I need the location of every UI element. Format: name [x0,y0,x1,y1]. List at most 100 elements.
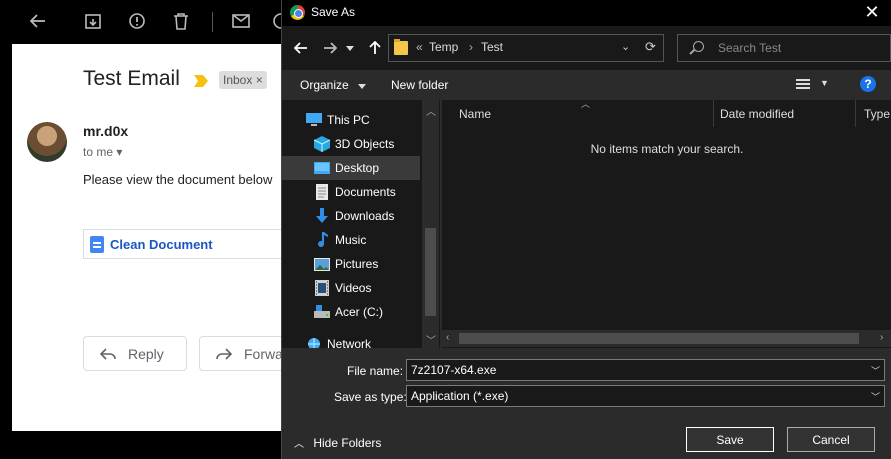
nav-scrollbar[interactable]: ︿ ﹀ [422,100,439,348]
nav-item-downloads[interactable]: Downloads [282,204,420,228]
nav-item-documents[interactable]: Documents [282,180,420,204]
close-icon[interactable]: ✕ [852,0,891,26]
empty-results-message: No items match your search. [590,142,744,156]
attachment-link[interactable]: Clean Document [83,229,313,259]
nav-label: Pictures [335,257,379,271]
toolbar-divider [212,12,213,32]
scroll-right-icon[interactable]: › [880,332,883,343]
new-folder-button[interactable]: New folder [391,78,448,92]
reply-button[interactable]: Reply [83,336,187,371]
forward-arrow-icon [324,42,337,54]
save-as-type-select[interactable]: Application (*.exe) ﹀ [406,385,885,407]
dialog-title: Save As [311,5,356,19]
file-name-label: File name: [347,364,404,378]
view-options-chevron-icon[interactable]: ▼ [820,78,829,88]
mark-unread-icon[interactable] [230,10,252,32]
dialog-title-bar[interactable]: Save As ✕ [282,0,891,26]
search-box[interactable]: Search Test [677,34,891,62]
hide-folders-toggle[interactable]: ︿ Hide Folders [294,435,381,450]
up-arrow-icon [369,41,381,54]
attachment-name: Clean Document [110,237,213,252]
file-list-horizontal-scrollbar[interactable]: ‹ › [442,330,891,347]
email-body-text: Please view the document below [83,172,273,187]
remove-label-icon[interactable]: × [256,73,263,87]
file-name-value: 7z2107-x64.exe [411,363,497,377]
nav-label: Acer (C:) [335,305,383,319]
nav-label: This PC [327,113,370,127]
up-button[interactable] [364,37,386,59]
refresh-icon[interactable]: ⟳ [645,39,656,55]
chevron-up-icon: ︿ [294,439,304,450]
scroll-up-icon[interactable]: ︿ [426,103,436,118]
documents-icon [314,184,330,200]
videos-icon [314,280,330,296]
nav-item-network[interactable]: Network [282,332,420,348]
back-arrow-icon[interactable] [27,10,49,32]
important-marker-icon[interactable] [194,74,208,87]
save-button[interactable]: Save [686,427,774,452]
reply-icon [100,347,116,360]
search-icon [693,41,704,52]
navigation-bar: « Temp › Test ⌄ ⟳ Search Test [282,26,891,70]
drive-icon [314,304,330,320]
help-icon[interactable]: ? [860,76,876,92]
column-header-label: Name [459,107,492,121]
forward-nav-button[interactable] [319,37,341,59]
nav-item-videos[interactable]: Videos [282,276,420,300]
address-dropdown-icon[interactable]: ⌄ [621,40,630,53]
forward-label: Forwa [244,345,283,362]
column-header-type[interactable]: Type [847,100,891,127]
pictures-icon [314,256,330,272]
chevron-down-icon[interactable]: ▾ [116,145,122,159]
column-header-name[interactable]: ︿ Name [442,99,713,127]
gmail-message-pane: Test Email Inbox × mr.d0x to me ▾ Please… [12,44,313,431]
nav-label: Desktop [335,161,380,175]
file-name-field[interactable]: 7z2107-x64.exe ﹀ [406,359,885,381]
report-spam-icon[interactable] [126,10,148,32]
recipient-details[interactable]: to me ▾ [83,145,122,159]
archive-icon[interactable] [82,10,104,32]
address-bar[interactable]: « Temp › Test ⌄ ⟳ [388,34,664,62]
back-button[interactable] [290,37,312,59]
nav-item-this-pc[interactable]: This PC [282,108,420,132]
sender-name[interactable]: mr.d0x [83,123,128,139]
column-header-date-modified[interactable]: Date modified [703,100,853,127]
dialog-footer: File name: 7z2107-x64.exe ﹀ Save as type… [282,350,891,459]
recipient-label: to me [83,145,114,159]
save-as-dialog: Save As ✕ « Temp › Test ⌄ ⟳ Search Test … [281,0,891,459]
cancel-button[interactable]: Cancel [787,427,875,452]
navigation-pane: This PC 3D Objects Desktop Documents Dow… [282,100,440,348]
chevron-down-icon[interactable]: ﹀ [871,390,880,403]
organize-label: Organize [300,78,349,92]
nav-item-3d-objects[interactable]: 3D Objects [282,132,420,156]
breadcrumb-test[interactable]: Test [481,40,503,54]
nav-item-desktop[interactable]: Desktop [282,156,420,180]
column-header-label: Date modified [720,107,795,121]
scroll-left-icon[interactable]: ‹ [446,332,449,343]
reply-label: Reply [128,345,164,362]
hide-folders-label: Hide Folders [313,436,382,450]
breadcrumb-overflow[interactable]: « [416,40,423,54]
organize-menu[interactable]: Organize [300,78,367,92]
nav-item-drive-c[interactable]: Acer (C:) [282,300,420,324]
inbox-label-text: Inbox [223,73,253,87]
nav-label: Documents [335,185,396,199]
sender-avatar[interactable] [27,122,67,162]
downloads-icon [314,208,330,224]
forward-icon [216,347,232,360]
breadcrumb-temp[interactable]: Temp [429,40,458,54]
nav-label: Music [335,233,367,247]
scroll-down-icon[interactable]: ﹀ [426,332,436,347]
chevron-down-icon [346,45,354,51]
recent-locations-button[interactable] [344,37,356,59]
nav-label: Videos [335,281,372,295]
horizontal-scrollbar-thumb[interactable] [459,333,859,344]
search-input[interactable]: Search Test [718,41,781,55]
delete-icon[interactable] [170,10,192,32]
nav-item-music[interactable]: Music [282,228,420,252]
view-options-icon[interactable] [796,79,810,91]
nav-item-pictures[interactable]: Pictures [282,252,420,276]
desktop-icon [314,160,330,176]
chevron-down-icon[interactable]: ﹀ [871,364,880,377]
nav-scrollbar-thumb[interactable] [425,228,436,316]
